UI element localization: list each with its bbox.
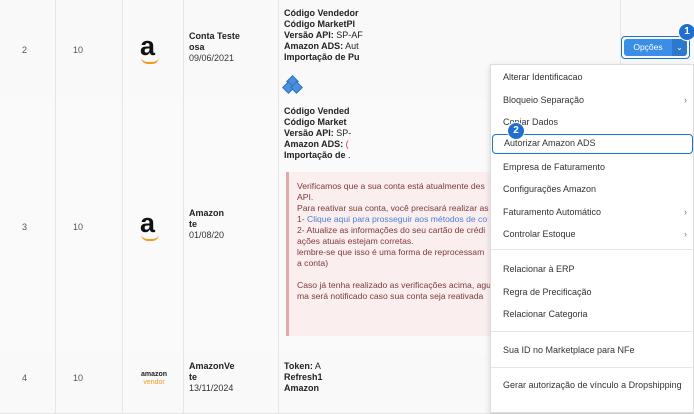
chevron-right-icon: › <box>684 95 687 105</box>
amazon-logo-icon: a <box>140 210 159 241</box>
detail-value: SP- <box>333 128 352 138</box>
menu-item-alterar-identificacao[interactable]: Alterar Identificacao <box>491 67 694 87</box>
cubes-icon[interactable] <box>282 75 303 94</box>
vendor-logo-bottom: vendor <box>143 379 165 386</box>
payment-methods-link[interactable]: Clique aqui para prosseguir aos métodos … <box>307 214 487 224</box>
detail-label: Versão API: <box>284 30 334 40</box>
menu-item-configuracoes-amazon[interactable]: Configurações Amazon <box>491 179 694 199</box>
menu-item-regra-precificacao[interactable]: Regra de Precificação <box>491 282 694 302</box>
step-badge-1: 1 <box>678 23 694 41</box>
chevron-right-icon: › <box>684 229 687 239</box>
menu-item-label: Relacionar à ERP <box>503 264 575 274</box>
detail-label: Código Market <box>284 117 347 127</box>
account-name-suffix: te <box>189 219 198 229</box>
warning-line: Caso já tenha realizado as verificações … <box>297 280 491 290</box>
menu-item-label: Bloqueio Separação <box>503 95 585 105</box>
menu-item-relacionar-erp[interactable]: Relacionar à ERP <box>491 259 694 279</box>
cell <box>55 0 123 98</box>
menu-item-label: Configurações Amazon <box>503 184 597 194</box>
menu-item-label: Relacionar Categoria <box>503 309 588 319</box>
warning-line: ma será notificado caso sua conta seja r… <box>297 291 484 301</box>
amazon-logo-icon: a <box>140 33 159 64</box>
detail-label: Token: <box>284 361 313 371</box>
cell <box>0 98 56 354</box>
account-info: Conta Teste osa 09/06/2021 <box>189 31 240 64</box>
vendor-logo-top: amazon <box>141 371 168 378</box>
warning-link-line[interactable]: 1- Clique aqui para prosseguir aos métod… <box>297 214 518 225</box>
detail-label: Amazon <box>284 383 320 393</box>
cell <box>55 354 123 413</box>
warning-line: Para reativar sua conta, você precisará … <box>297 203 489 213</box>
account-name: Amazon <box>189 208 225 218</box>
row-index: 3 <box>22 222 28 232</box>
row-number: 10 <box>73 373 84 383</box>
menu-item-label: Empresa de Faturamento <box>503 162 606 172</box>
detail-label: Código MarketPl <box>284 19 356 29</box>
menu-item-id-marketplace-nfe[interactable]: Sua ID no Marketplace para NFe <box>491 340 694 360</box>
detail-label: Versão API: <box>284 128 334 138</box>
detail-value: . <box>348 150 351 160</box>
account-date: 01/08/20 <box>189 230 225 240</box>
account-date: 09/06/2021 <box>189 53 235 63</box>
detail-label: Código Vended <box>284 106 350 116</box>
menu-item-label: Faturamento Automático <box>503 207 602 217</box>
warning-line: Verificamos que a sua conta está atualme… <box>297 181 485 191</box>
row-number: 10 <box>73 45 84 55</box>
detail-label: Importação de Pu <box>284 52 360 62</box>
row-index: 4 <box>22 373 28 383</box>
account-name-suffix: osa <box>189 42 205 52</box>
detail-label: Código Vendedor <box>284 8 359 18</box>
cell <box>55 98 123 354</box>
menu-divider <box>491 367 694 368</box>
account-name-suffix: te <box>189 372 198 382</box>
menu-item-bloqueio-separacao[interactable]: Bloqueio Separação › <box>491 90 694 110</box>
options-button[interactable]: Opções <box>624 39 672 56</box>
detail-value: ( <box>343 139 349 149</box>
warning-line <box>297 269 518 280</box>
integration-details: Token: A Refresh1 Amazon <box>284 361 323 394</box>
detail-value: Aut <box>343 41 359 51</box>
options-dropdown-menu: Alterar Identificacao Bloqueio Separação… <box>490 64 694 413</box>
detail-label: Amazon ADS: <box>284 139 344 149</box>
detail-label: Amazon ADS: <box>284 41 344 51</box>
warning-line: ações atuais estejam corretas. <box>297 236 414 246</box>
cell <box>0 0 56 98</box>
menu-item-label: Regra de Precificação <box>503 287 592 297</box>
account-date: 13/11/2024 <box>189 383 234 393</box>
amazon-vendor-logo-icon: amazon vendor <box>141 371 167 387</box>
detail-value: A <box>312 361 321 371</box>
menu-item-label: Sua ID no Marketplace para NFe <box>503 345 635 355</box>
detail-label: Importação de <box>284 150 349 160</box>
warning-line: a conta) <box>297 258 329 268</box>
chevron-down-icon[interactable]: ⌄ <box>672 39 687 56</box>
step-badge-2: 2 <box>507 122 525 140</box>
menu-divider <box>491 331 694 332</box>
row-index: 2 <box>22 45 28 55</box>
detail-value: SP-AF <box>333 30 363 40</box>
detail-label: Refresh1 <box>284 372 323 382</box>
warning-line: 2- Atualize as informações do seu cartão… <box>297 225 486 235</box>
menu-item-empresa-faturamento[interactable]: Empresa de Faturamento <box>491 157 694 177</box>
cell <box>0 354 56 413</box>
account-info: AmazonVe te 13/11/2024 <box>189 361 235 394</box>
account-name: Conta Teste <box>189 31 240 41</box>
account-name: AmazonVe <box>189 361 235 371</box>
row-number: 10 <box>73 222 84 232</box>
menu-item-label: Alterar Identificacao <box>503 72 583 82</box>
menu-item-gerar-autorizacao-dropshipping[interactable]: Gerar autorização de vínculo a Dropshipp… <box>491 375 694 395</box>
menu-item-relacionar-categoria[interactable]: Relacionar Categoria <box>491 304 694 324</box>
menu-item-label: Controlar Estoque <box>503 229 576 239</box>
integration-details: Código Vendedor Código MarketPl Versão A… <box>284 8 363 63</box>
warning-line: lembre-se que isso é uma forma de reproc… <box>297 247 485 257</box>
warning-line: API. <box>297 192 314 202</box>
menu-divider <box>491 249 694 250</box>
menu-item-faturamento-automatico[interactable]: Faturamento Automático › <box>491 202 694 222</box>
menu-item-label: Gerar autorização de vínculo a Dropshipp… <box>503 380 682 390</box>
account-info: Amazon te 01/08/20 <box>189 208 224 241</box>
integration-details: Código Vended Código Market Versão API: … <box>284 106 351 161</box>
menu-item-controlar-estoque[interactable]: Controlar Estoque › <box>491 224 694 244</box>
warning-link-prefix: 1- <box>297 214 308 224</box>
chevron-right-icon: › <box>684 207 687 217</box>
